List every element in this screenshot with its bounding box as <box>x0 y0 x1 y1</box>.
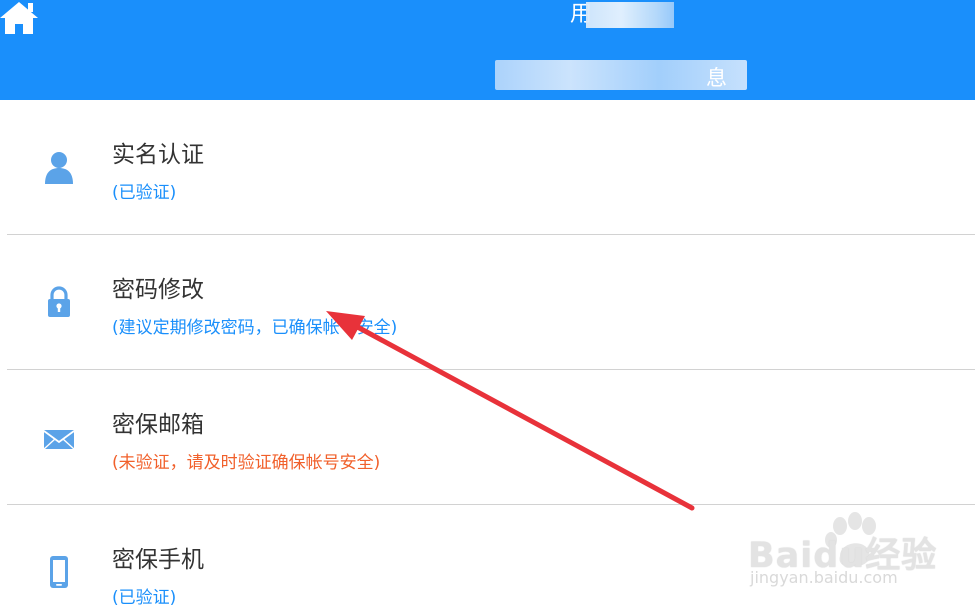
lock-icon <box>48 286 70 317</box>
header-bar: 用 息 <box>0 0 975 100</box>
list-item-password[interactable]: 密码修改 (建议定期修改密码，已确保帐号安全) <box>0 235 975 365</box>
row-status: (已验证) <box>112 588 177 608</box>
list-item-security-email[interactable]: 密保邮箱 (未验证，请及时验证确保帐号安全) <box>0 370 975 500</box>
list-item-real-name[interactable]: 实名认证 (已验证) <box>0 100 975 230</box>
user-icon <box>45 152 73 184</box>
row-title: 密码修改 <box>112 277 204 303</box>
row-title: 密保邮箱 <box>112 412 204 438</box>
home-icon[interactable] <box>0 0 40 36</box>
redacted-title-region <box>586 2 674 28</box>
row-title: 实名认证 <box>112 142 204 168</box>
page-subtitle: 息 <box>706 66 727 90</box>
row-status: (建议定期修改密码，已确保帐号安全) <box>112 318 398 338</box>
row-status: (未验证，请及时验证确保帐号安全) <box>112 453 381 473</box>
security-settings-page: 用 息 实名认证 (已验证) 密码修改 (建议定期修改密码，已确保帐号安全) 密… <box>0 0 975 614</box>
mail-icon <box>43 430 75 450</box>
row-status: (已验证) <box>112 183 177 203</box>
watermark-url: jingyan.baidu.com <box>750 568 898 587</box>
row-title: 密保手机 <box>112 547 204 573</box>
phone-icon <box>50 556 68 588</box>
